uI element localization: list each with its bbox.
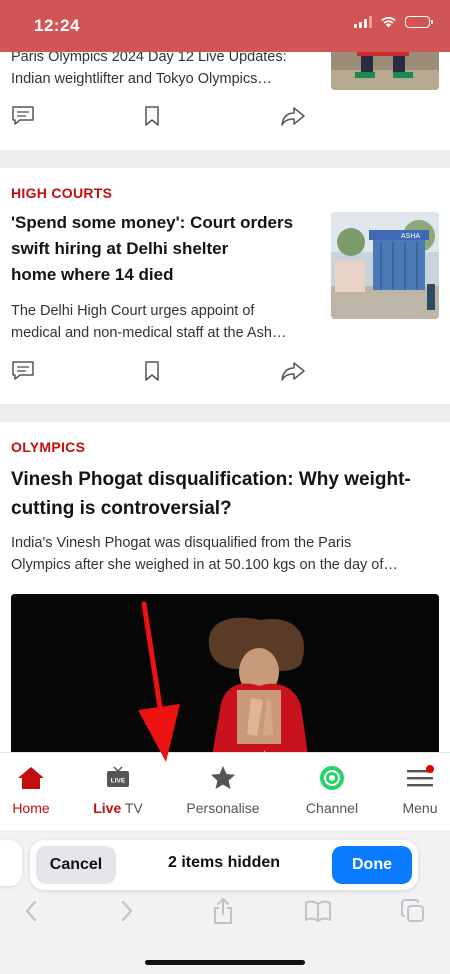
- tab-live-tv-label: Live TV: [93, 800, 143, 816]
- share-icon: [281, 362, 305, 381]
- previous-tab-preview[interactable]: [0, 840, 22, 886]
- chevron-left-icon: [25, 900, 37, 922]
- battery-icon: [405, 16, 433, 28]
- forward-button[interactable]: [112, 896, 142, 926]
- article-headline[interactable]: 'Spend some money': Court orders swift h…: [11, 210, 321, 288]
- hide-distracting-items-bar: Cancel 2 items hidden Done: [30, 840, 418, 890]
- tab-personalise-label: Personalise: [186, 800, 260, 816]
- home-indicator: [145, 960, 305, 965]
- comment-button[interactable]: [9, 103, 37, 129]
- article-summary: India's Vinesh Phogat was disqualified f…: [11, 535, 398, 573]
- chevron-right-icon: [121, 900, 133, 922]
- tab-live-tv[interactable]: LIVE Live TV: [88, 763, 148, 825]
- share-icon: [281, 107, 305, 126]
- article-hero-image[interactable]: ✦: [11, 594, 439, 762]
- live-tv-icon: LIVE: [107, 766, 129, 787]
- whatsapp-icon: [320, 766, 344, 790]
- article-actions: [0, 103, 450, 129]
- article-card[interactable]: HIGH COURTS 'Spend some money': Court or…: [0, 168, 450, 404]
- cellular-signal-icon: [354, 16, 372, 28]
- tab-channel[interactable]: Channel: [300, 763, 364, 825]
- article-summary: The Delhi High Court urges appoint of me…: [11, 303, 287, 341]
- safari-bottom-area: Cancel 2 items hidden Done: [0, 830, 450, 974]
- article-category[interactable]: OLYMPICS: [11, 439, 85, 455]
- bookmark-button[interactable]: [138, 358, 166, 384]
- share-sheet-button[interactable]: [208, 896, 238, 926]
- tab-menu-label: Menu: [402, 800, 438, 816]
- tab-personalise[interactable]: Personalise: [182, 763, 264, 825]
- share-sheet-icon: [214, 898, 232, 924]
- card-divider: [0, 404, 450, 422]
- comment-button[interactable]: [9, 358, 37, 384]
- back-button[interactable]: [16, 896, 46, 926]
- share-button[interactable]: [279, 103, 307, 129]
- tab-home-label: Home: [12, 800, 50, 816]
- tabs-button[interactable]: [398, 896, 428, 926]
- status-time: 12:24: [34, 16, 80, 35]
- star-icon: [211, 766, 235, 789]
- bookmark-icon: [145, 361, 159, 381]
- article-card[interactable]: OLYMPICS Vinesh Phogat disqualification:…: [0, 422, 450, 762]
- article-summary-text: Paris Olympics 2024 Day 12 Live Updates:…: [11, 49, 287, 87]
- hidden-items-count: 2 items hidden: [167, 854, 281, 871]
- status-icons: [354, 16, 433, 28]
- tab-menu[interactable]: Menu: [396, 763, 444, 825]
- home-icon: [18, 767, 44, 789]
- tab-channel-label: Channel: [305, 800, 359, 816]
- tabs-icon: [401, 899, 424, 922]
- card-divider: [0, 150, 450, 168]
- svg-text:ASHA: ASHA: [401, 233, 420, 240]
- bookmarks-button[interactable]: [303, 896, 333, 926]
- article-actions: [0, 358, 450, 384]
- share-button[interactable]: [279, 358, 307, 384]
- status-bar: 12:24: [0, 0, 450, 52]
- safari-toolbar: [0, 896, 450, 932]
- bookmark-icon: [145, 106, 159, 126]
- article-category[interactable]: HIGH COURTS: [11, 185, 112, 201]
- tab-home[interactable]: Home: [6, 763, 56, 825]
- menu-icon: [407, 765, 434, 787]
- bottom-tab-bar: Home LIVE Live TV Personalise Channel Me…: [0, 752, 450, 830]
- bookmark-button[interactable]: [138, 103, 166, 129]
- article-headline[interactable]: Vinesh Phogat disqualification: Why weig…: [11, 465, 441, 523]
- article-thumbnail[interactable]: ASHA: [331, 212, 439, 319]
- book-icon: [305, 900, 331, 922]
- svg-text:LIVE: LIVE: [111, 778, 126, 785]
- comment-icon: [12, 106, 34, 125]
- comment-icon: [12, 361, 34, 380]
- wifi-icon: [381, 17, 396, 28]
- done-button[interactable]: Done: [332, 846, 412, 884]
- cancel-button[interactable]: Cancel: [36, 846, 116, 884]
